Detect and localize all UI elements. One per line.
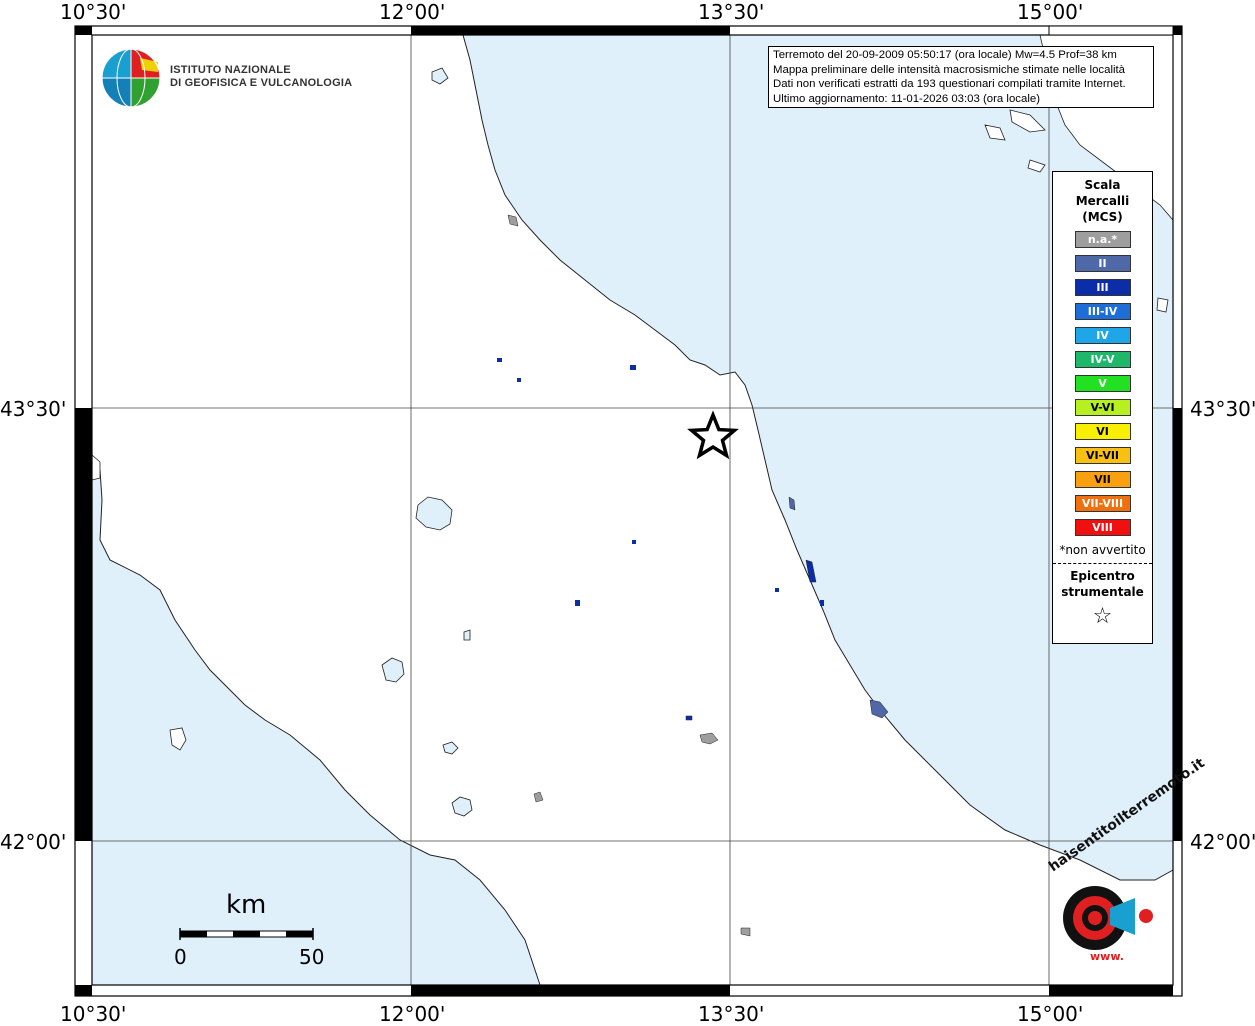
lake-vico: [442, 741, 459, 755]
lat-tick-right-1: 43°30': [1190, 397, 1255, 421]
legend-item-v-vi: V-VI: [1074, 399, 1131, 416]
epicentre-star-icon: [687, 410, 739, 460]
lon-tick-bottom-2: 12°00': [379, 1002, 446, 1026]
marker-iii: [517, 378, 521, 382]
marker-na: [507, 214, 519, 227]
legend-item-n-a: n.a.*: [1074, 231, 1131, 248]
haisentito-badge-icon: [1063, 886, 1153, 950]
sea-areas: [91, 34, 1174, 986]
ingv-logo-text: ISTITUTO NAZIONALE DI GEOFISICA E VULCAN…: [170, 64, 352, 90]
marker-iii: [630, 365, 636, 370]
lon-tick-top-2: 12°00': [379, 0, 446, 24]
event-info-line1: Terremoto del 20-09-2009 05:50:17 (ora l…: [773, 49, 1117, 61]
legend-note: *non avvertito: [1059, 543, 1146, 557]
marker-iii: [575, 600, 580, 606]
scale-max: 50: [299, 945, 325, 969]
lon-tick-top-1: 10°30': [60, 0, 127, 24]
event-info-line4: Ultimo aggiornamento: 11-01-2026 03:03 (…: [773, 92, 1040, 105]
marker-na: [740, 927, 751, 937]
lat-tick-right-2: 42°00': [1190, 830, 1255, 854]
legend-item-vii-viii: VII-VIII: [1074, 495, 1131, 512]
tyrrhenian-sea: [91, 458, 541, 986]
legend-star-icon: ☆: [1092, 604, 1113, 629]
legend-item-iv: IV: [1074, 327, 1131, 344]
lon-tick-top-4: 15°00': [1017, 0, 1084, 24]
lat-tick-left-1: 43°30': [0, 397, 67, 421]
legend-item-vi: VI: [1074, 423, 1131, 440]
marker-na: [533, 791, 544, 803]
legend-item-iv-v: IV-V: [1074, 351, 1131, 368]
legend-item-iii-iv: III-IV: [1074, 303, 1131, 320]
lat-tick-left-2: 42°00': [0, 830, 67, 854]
event-info-line2: Mappa preliminare delle intensità macros…: [773, 63, 1126, 76]
event-info-box: Terremoto del 20-09-2009 05:50:17 (ora l…: [768, 46, 1154, 108]
legend-item-iii: III: [1074, 279, 1131, 296]
marker-iii: [820, 600, 824, 606]
lon-tick-bottom-1: 10°30': [60, 1002, 127, 1026]
lake-bracciano: [451, 796, 473, 817]
lon-tick-bottom-4: 15°00': [1017, 1002, 1084, 1026]
legend-item-ii: II: [1074, 255, 1131, 272]
legend-separator: [1053, 563, 1152, 564]
ingv-line1: ISTITUTO NAZIONALE: [170, 64, 291, 76]
legend-title-line2: Mercalli: [1075, 194, 1130, 208]
legend-item-vii: VII: [1074, 471, 1131, 488]
lake-small: [463, 629, 471, 641]
marker-iii: [775, 588, 779, 592]
legend-items: n.a.* II III III-IV IV IV-V V V-VI VI VI-VII VII VI…: [1053, 231, 1152, 536]
scale-min: 0: [174, 945, 187, 969]
legend-title-line3: (MCS): [1082, 210, 1123, 224]
ingv-line2: DI GEOFISICA E VULCANOLOGIA: [170, 77, 353, 89]
legend-item-v: V: [1074, 375, 1131, 392]
legend-epicentre-line1: Epicentro: [1070, 569, 1135, 583]
mcs-legend: Scala Mercalli (MCS) n.a.* II III III-IV IV I…: [1052, 171, 1153, 644]
lakes: [381, 67, 473, 817]
marker-iii: [497, 358, 502, 362]
lake-ne: [431, 67, 449, 85]
marker-na: [699, 732, 719, 745]
legend-item-vi-vii: VI-VII: [1074, 447, 1131, 464]
lon-tick-top-3: 13°30': [698, 0, 765, 24]
legend-epicentre: Epicentro strumentale: [1053, 568, 1152, 600]
event-info-line3: Dati non verificati estratti da 193 ques…: [773, 78, 1126, 90]
lake-trasimeno: [415, 496, 453, 531]
legend-item-viii: VIII: [1074, 519, 1131, 536]
scale-title: km: [226, 890, 267, 920]
marker-iii: [632, 540, 636, 544]
haisentito-badge-www: www.: [1090, 950, 1124, 963]
lon-tick-bottom-3: 13°30': [698, 1002, 765, 1026]
marker-iii: [685, 715, 693, 721]
legend-title-line1: Scala: [1084, 178, 1121, 192]
lake-bolsena: [381, 657, 405, 683]
ingv-logo-icon: [101, 48, 161, 108]
legend-epicentre-line2: strumentale: [1061, 585, 1144, 599]
legend-title: Scala Mercalli (MCS): [1053, 177, 1152, 225]
